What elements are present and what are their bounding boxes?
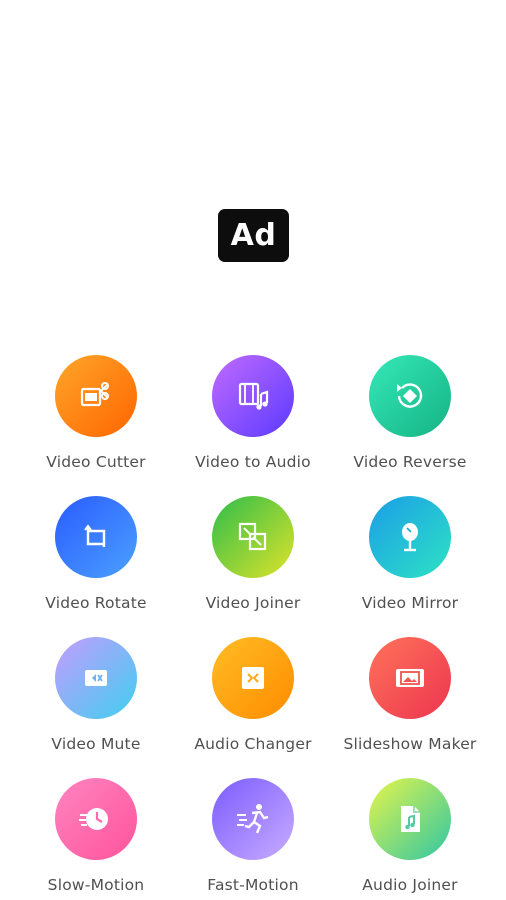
video-cutter-button[interactable] (55, 355, 137, 437)
tool-audio-changer[interactable]: Audio Changer (173, 637, 333, 753)
tool-label: Video Cutter (46, 453, 146, 471)
tool-label: Fast-Motion (207, 876, 299, 894)
video-to-audio-button[interactable] (212, 355, 294, 437)
tool-video-mute[interactable]: Video Mute (16, 637, 176, 753)
audio-joiner-icon (401, 806, 420, 832)
tool-label: Video Rotate (45, 594, 147, 612)
tool-label: Audio Joiner (362, 876, 458, 894)
tool-label: Slideshow Maker (343, 735, 477, 753)
video-mute-button[interactable] (55, 637, 137, 719)
tool-video-to-audio[interactable]: Video to Audio (173, 355, 333, 471)
tool-label: Audio Changer (194, 735, 312, 753)
tool-slow-motion[interactable]: Slow-Motion (16, 778, 176, 894)
slideshow-maker-button[interactable] (369, 637, 451, 719)
audio-changer-button[interactable] (212, 637, 294, 719)
rotate-icon (84, 524, 106, 547)
tool-video-reverse[interactable]: Video Reverse (330, 355, 490, 471)
reverse-icon (397, 383, 423, 408)
joiner-icon (238, 522, 267, 551)
tool-video-rotate[interactable]: Video Rotate (16, 496, 176, 612)
tool-video-mirror[interactable]: Video Mirror (330, 496, 490, 612)
audio-joiner-button[interactable] (369, 778, 451, 860)
tool-label: Video Reverse (353, 453, 467, 471)
slow-motion-icon (79, 808, 108, 830)
video-mirror-button[interactable] (369, 496, 451, 578)
tool-slideshow-maker[interactable]: Slideshow Maker (330, 637, 490, 753)
slow-motion-button[interactable] (55, 778, 137, 860)
video-joiner-button[interactable] (212, 496, 294, 578)
ad-banner[interactable]: Ad (0, 0, 506, 330)
tool-audio-joiner[interactable]: Audio Joiner (330, 778, 490, 894)
film-music-icon (238, 382, 269, 410)
tool-video-joiner[interactable]: Video Joiner (173, 496, 333, 612)
tool-label: Video Mute (51, 735, 141, 753)
fast-motion-button[interactable] (212, 778, 294, 860)
video-rotate-button[interactable] (55, 496, 137, 578)
tool-label: Video Joiner (205, 594, 301, 612)
tool-label: Video to Audio (195, 453, 311, 471)
scissors-film-icon (80, 382, 109, 407)
mute-camera-icon (85, 670, 107, 686)
tool-video-cutter[interactable]: Video Cutter (16, 355, 176, 471)
slideshow-icon (396, 669, 424, 687)
fast-motion-icon (237, 804, 269, 834)
mirror-icon (402, 523, 418, 552)
tool-label: Slow-Motion (47, 876, 145, 894)
video-reverse-button[interactable] (369, 355, 451, 437)
tool-label: Video Mirror (361, 594, 459, 612)
audio-changer-icon (242, 667, 264, 689)
tool-fast-motion[interactable]: Fast-Motion (173, 778, 333, 894)
ad-badge[interactable]: Ad (218, 209, 289, 262)
